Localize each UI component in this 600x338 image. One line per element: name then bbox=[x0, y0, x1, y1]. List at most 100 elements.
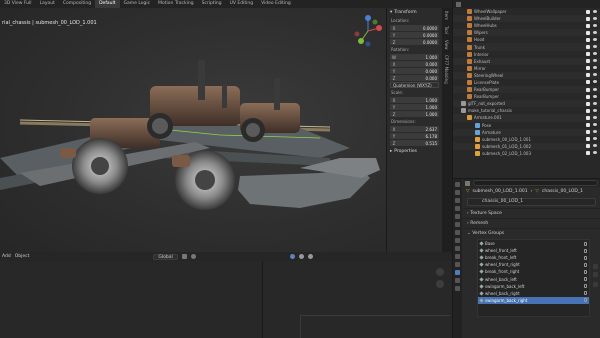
world-tab-icon[interactable] bbox=[455, 222, 460, 227]
include-checkbox-icon[interactable] bbox=[586, 9, 590, 14]
visibility-eye-icon[interactable] bbox=[593, 130, 597, 134]
include-checkbox-icon[interactable] bbox=[586, 130, 590, 135]
visibility-eye-icon[interactable] bbox=[593, 94, 597, 98]
include-checkbox-icon[interactable] bbox=[586, 73, 590, 78]
snap-icon[interactable] bbox=[181, 254, 187, 259]
properties-search-input[interactable] bbox=[473, 180, 598, 186]
tab-compositing[interactable]: Compositing bbox=[59, 0, 95, 8]
outliner-item[interactable]: Interior bbox=[453, 51, 600, 58]
outliner-item[interactable]: Hood bbox=[453, 36, 600, 43]
vertex-group-item[interactable]: break_front_left bbox=[478, 254, 589, 261]
visibility-eye-icon[interactable] bbox=[593, 144, 597, 148]
include-checkbox-icon[interactable] bbox=[586, 123, 590, 128]
lock-icon[interactable] bbox=[584, 248, 587, 253]
visibility-eye-icon[interactable] bbox=[593, 9, 597, 13]
include-checkbox-icon[interactable] bbox=[586, 37, 590, 42]
area-divider[interactable] bbox=[262, 261, 263, 338]
object-tab-icon[interactable] bbox=[455, 230, 460, 235]
properties-panel-header[interactable]: ▸ Properties bbox=[387, 147, 442, 156]
lock-icon[interactable] bbox=[584, 284, 587, 289]
outliner-item[interactable]: RearBumper bbox=[453, 86, 600, 94]
include-checkbox-icon[interactable] bbox=[586, 66, 590, 71]
dimensions-x-field[interactable]: X 2.637 bbox=[390, 126, 439, 132]
outliner-item[interactable]: WheelHubs bbox=[453, 22, 600, 29]
include-checkbox-icon[interactable] bbox=[586, 59, 590, 64]
outliner-item[interactable]: Wipers bbox=[453, 29, 600, 37]
navigation-gizmo[interactable] bbox=[351, 14, 385, 48]
tab-game-logic[interactable]: Game Logic bbox=[120, 0, 155, 8]
vertex-group-specials-icon[interactable] bbox=[593, 282, 598, 287]
outliner-item[interactable]: Mirror bbox=[453, 65, 600, 72]
visibility-eye-icon[interactable] bbox=[593, 101, 597, 105]
visibility-eye-icon[interactable] bbox=[593, 80, 597, 84]
location-z-field[interactable]: Z 0.0000 bbox=[390, 39, 439, 45]
shading-rendered-icon[interactable] bbox=[307, 254, 313, 259]
bottom-editor-area[interactable] bbox=[0, 261, 452, 338]
mesh-name-field[interactable]: chassis_00_LOD_1 bbox=[467, 198, 596, 206]
include-checkbox-icon[interactable] bbox=[586, 101, 590, 106]
sidebar-tab-cp77-modding[interactable]: CP77 Modding bbox=[444, 52, 449, 87]
sidebar-tab-tool[interactable]: Tool bbox=[444, 23, 449, 37]
tab-motion-tracking[interactable]: Motion Tracking bbox=[154, 0, 197, 8]
texture-tab-icon[interactable] bbox=[455, 286, 460, 291]
outliner-item[interactable]: SteeringWheel bbox=[453, 71, 600, 79]
tool-tab-icon[interactable] bbox=[455, 182, 460, 187]
outliner-item[interactable]: WheelWallpaper bbox=[453, 8, 600, 15]
vertex-group-item[interactable]: wheel_back_left bbox=[478, 275, 589, 282]
scale-z-field[interactable]: Z 1.000 bbox=[390, 111, 439, 117]
include-checkbox-icon[interactable] bbox=[586, 16, 590, 21]
include-checkbox-icon[interactable] bbox=[586, 137, 590, 142]
location-y-field[interactable]: Y 0.0000 bbox=[390, 32, 439, 38]
rotation-z-field[interactable]: Z 0.000 bbox=[390, 75, 439, 81]
visibility-eye-icon[interactable] bbox=[593, 16, 597, 20]
vertex-groups-panel[interactable]: ⌄ Vertex Groups bbox=[463, 228, 600, 238]
dimensions-y-field[interactable]: Y 6.178 bbox=[390, 133, 439, 139]
constraints-tab-icon[interactable] bbox=[455, 262, 460, 267]
rotation-x-field[interactable]: X 0.000 bbox=[390, 61, 439, 67]
outliner-item[interactable]: LicensePlate bbox=[453, 79, 600, 86]
view-layer-tab-icon[interactable] bbox=[455, 206, 460, 211]
output-tab-icon[interactable] bbox=[455, 198, 460, 203]
dimensions-z-field[interactable]: Z 0.515 bbox=[390, 140, 439, 146]
include-checkbox-icon[interactable] bbox=[586, 30, 590, 35]
lock-icon[interactable] bbox=[584, 269, 587, 274]
include-checkbox-icon[interactable] bbox=[586, 94, 590, 99]
visibility-eye-icon[interactable] bbox=[593, 151, 597, 155]
tab-default[interactable]: Default bbox=[95, 0, 120, 8]
visibility-eye-icon[interactable] bbox=[593, 30, 597, 34]
remove-vertex-group-icon[interactable] bbox=[593, 272, 598, 277]
visibility-eye-icon[interactable] bbox=[593, 87, 597, 91]
material-tab-icon[interactable] bbox=[455, 278, 460, 283]
pan-hand-icon[interactable] bbox=[436, 280, 444, 288]
outliner-item[interactable]: Trunk bbox=[453, 43, 600, 51]
lock-icon[interactable] bbox=[584, 298, 587, 303]
scene-tab-icon[interactable] bbox=[455, 214, 460, 219]
physics-tab-icon[interactable] bbox=[455, 254, 460, 259]
visibility-eye-icon[interactable] bbox=[593, 137, 597, 141]
sidebar-tab-view[interactable]: View bbox=[444, 37, 449, 53]
rotation-y-field[interactable]: Y 0.000 bbox=[390, 68, 439, 74]
include-checkbox-icon[interactable] bbox=[586, 23, 590, 28]
visibility-eye-icon[interactable] bbox=[593, 37, 597, 41]
outliner-item[interactable]: Armature bbox=[453, 128, 600, 136]
tab-scripting[interactable]: Scripting bbox=[198, 0, 226, 8]
vertex-group-item[interactable]: Base bbox=[478, 240, 589, 247]
vertex-group-item[interactable]: break_front_right bbox=[478, 268, 589, 275]
rotation-mode-select[interactable]: Quaternion (WXYZ) bbox=[390, 82, 439, 88]
outliner-item[interactable]: submesh_00_LOD_1.001 bbox=[453, 136, 600, 143]
render-tab-icon[interactable] bbox=[455, 190, 460, 195]
sidebar-tab-item[interactable]: Item bbox=[444, 8, 449, 23]
visibility-eye-icon[interactable] bbox=[593, 23, 597, 27]
mesh-data-tab-icon[interactable] bbox=[455, 270, 460, 275]
include-checkbox-icon[interactable] bbox=[586, 52, 590, 57]
outliner-item[interactable]: Pose bbox=[453, 122, 600, 129]
outliner-item[interactable]: RearBumper bbox=[453, 93, 600, 100]
visibility-eye-icon[interactable] bbox=[593, 52, 597, 56]
visibility-eye-icon[interactable] bbox=[593, 123, 597, 127]
include-checkbox-icon[interactable] bbox=[586, 151, 590, 156]
add-menu[interactable]: Add bbox=[2, 254, 11, 259]
outliner-item[interactable]: Exhaust bbox=[453, 57, 600, 65]
modifiers-tab-icon[interactable] bbox=[455, 238, 460, 243]
visibility-eye-icon[interactable] bbox=[593, 45, 597, 49]
transform-orientation-select[interactable]: Global bbox=[153, 253, 178, 260]
